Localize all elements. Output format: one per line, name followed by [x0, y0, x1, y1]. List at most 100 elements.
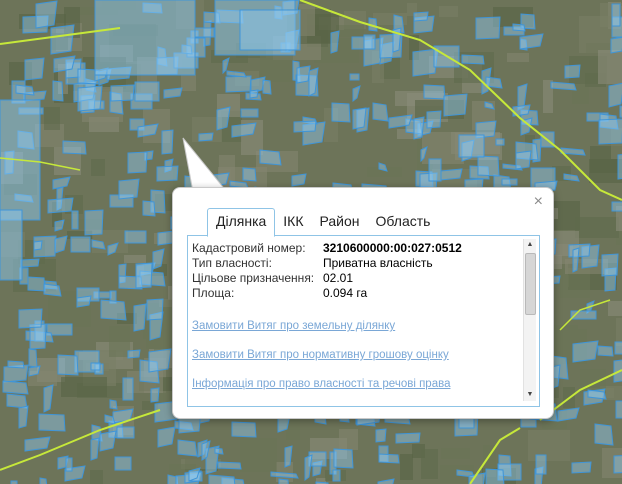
cadastral-parcel[interactable] — [262, 79, 272, 95]
cadastral-parcel[interactable] — [127, 349, 141, 359]
cadastral-parcel[interactable] — [443, 93, 468, 117]
cadastral-parcel[interactable] — [363, 34, 376, 50]
cadastral-parcel[interactable] — [118, 178, 140, 200]
cadastral-parcel[interactable] — [423, 84, 446, 100]
cadastral-parcel[interactable] — [27, 276, 46, 292]
cadastral-parcel[interactable] — [100, 299, 127, 321]
cadastral-parcel[interactable] — [608, 82, 622, 108]
cadastral-parcel[interactable] — [610, 36, 622, 54]
cadastral-parcel[interactable] — [378, 453, 400, 464]
cadastral-parcel[interactable] — [110, 84, 135, 102]
cadastral-parcel[interactable] — [135, 262, 153, 289]
ownership-rights-info-link[interactable]: Інформація про право власності та речові… — [192, 378, 450, 390]
content-scrollbar[interactable]: ▲ ▼ — [523, 239, 536, 401]
cadastral-parcel[interactable] — [214, 447, 224, 455]
cadastral-parcel[interactable] — [501, 178, 518, 186]
cadastral-parcel[interactable] — [90, 362, 101, 371]
cadastral-parcel[interactable] — [133, 303, 147, 332]
cadastral-parcel[interactable] — [77, 85, 103, 112]
cadastral-parcel[interactable] — [395, 432, 421, 444]
tab-ikk[interactable]: ІКК — [275, 208, 311, 236]
cadastral-parcel[interactable] — [426, 110, 442, 129]
cadastral-parcel[interactable] — [613, 455, 622, 474]
cadastral-parcel[interactable] — [515, 150, 532, 170]
cadastral-parcel[interactable] — [150, 387, 160, 403]
cadastral-parcel[interactable] — [331, 102, 351, 123]
cadastral-parcel[interactable] — [39, 477, 48, 484]
cadastral-parcel[interactable] — [7, 360, 25, 369]
cadastral-parcel[interactable] — [349, 73, 360, 81]
cadastral-parcel[interactable] — [597, 345, 614, 357]
cadastral-parcel[interactable] — [38, 413, 66, 432]
cadastral-parcel[interactable] — [617, 153, 622, 180]
cadastral-parcel[interactable] — [134, 81, 160, 102]
cadastral-parcel[interactable] — [332, 469, 341, 482]
cadastral-parcel-large[interactable] — [94, 0, 196, 76]
cadastral-parcel[interactable] — [71, 210, 79, 230]
cadastral-parcel[interactable] — [62, 140, 87, 155]
cadastral-parcel[interactable] — [124, 230, 147, 244]
tab-district[interactable]: Район — [312, 208, 368, 236]
cadastral-parcel[interactable] — [428, 158, 442, 182]
cadastral-parcel[interactable] — [28, 348, 38, 368]
cadastral-parcel[interactable] — [477, 155, 500, 177]
cadastral-parcel[interactable] — [208, 474, 236, 484]
cadastral-parcel[interactable] — [242, 167, 257, 182]
cadastral-parcel[interactable] — [217, 461, 242, 470]
cadastral-parcel[interactable] — [47, 197, 74, 214]
cadastral-parcel[interactable] — [65, 457, 73, 472]
cadastral-parcel[interactable] — [535, 454, 547, 475]
cadastral-parcel[interactable] — [163, 87, 183, 99]
cadastral-parcel[interactable] — [127, 151, 148, 174]
cadastral-parcel[interactable] — [475, 16, 501, 40]
cadastral-parcel[interactable] — [291, 173, 307, 187]
cadastral-parcel[interactable] — [2, 380, 29, 395]
scroll-up-icon[interactable]: ▲ — [524, 239, 536, 251]
cadastral-parcel[interactable] — [440, 168, 463, 181]
cadastral-parcel[interactable] — [249, 89, 259, 99]
cadastral-parcel[interactable] — [495, 138, 505, 146]
cadastral-parcel[interactable] — [33, 240, 43, 251]
cadastral-parcel[interactable] — [293, 120, 317, 133]
cadastral-parcel[interactable] — [413, 116, 425, 140]
cadastral-parcel[interactable] — [614, 341, 622, 355]
cadastral-parcel-large[interactable] — [0, 209, 23, 281]
cadastral-parcel[interactable] — [157, 426, 176, 448]
close-icon[interactable]: × — [534, 194, 543, 210]
cadastral-parcel[interactable] — [18, 308, 43, 329]
cadastral-parcel[interactable] — [225, 75, 252, 93]
cadastral-parcel[interactable] — [50, 24, 75, 55]
cadastral-parcel[interactable] — [177, 439, 198, 457]
cadastral-parcel[interactable] — [352, 107, 367, 130]
cadastral-parcel[interactable] — [333, 448, 354, 469]
cadastral-parcel[interactable] — [15, 84, 35, 96]
scroll-thumb[interactable] — [525, 253, 536, 315]
cadastral-parcel[interactable] — [594, 423, 614, 446]
tab-region[interactable]: Область — [368, 208, 439, 236]
tab-parcel[interactable]: Ділянка — [207, 208, 276, 237]
cadastral-parcel[interactable] — [485, 468, 505, 484]
cadastral-parcel[interactable] — [116, 426, 135, 439]
cadastral-parcel[interactable] — [20, 258, 40, 268]
cadastral-parcel[interactable] — [571, 461, 592, 474]
cadastral-parcel[interactable] — [114, 456, 132, 471]
cadastral-parcel[interactable] — [601, 253, 619, 277]
cadastral-parcel-large[interactable] — [239, 9, 301, 51]
cadastral-parcel[interactable] — [611, 201, 622, 212]
cadastral-parcel[interactable] — [413, 11, 429, 22]
cadastral-parcel[interactable] — [24, 57, 45, 81]
cadastral-parcel[interactable] — [6, 393, 28, 409]
cadastral-parcel[interactable] — [375, 428, 387, 443]
cadastral-parcel[interactable] — [76, 295, 92, 308]
cadastral-parcel[interactable] — [52, 80, 64, 102]
cadastral-parcel[interactable] — [70, 236, 91, 253]
cadastral-parcel[interactable] — [231, 421, 257, 438]
cadastral-parcel[interactable] — [43, 283, 62, 297]
cadastral-parcel[interactable] — [296, 65, 311, 84]
order-valuation-extract-link[interactable]: Замовити Витяг про нормативну грошову оц… — [192, 349, 449, 361]
order-parcel-extract-link[interactable]: Замовити Витяг про земельну ділянку — [192, 320, 395, 332]
cadastral-parcel[interactable] — [564, 64, 581, 79]
cadastral-parcel[interactable] — [35, 0, 58, 29]
cadastral-parcel[interactable] — [57, 354, 79, 376]
cadastral-parcel[interactable] — [461, 54, 485, 65]
